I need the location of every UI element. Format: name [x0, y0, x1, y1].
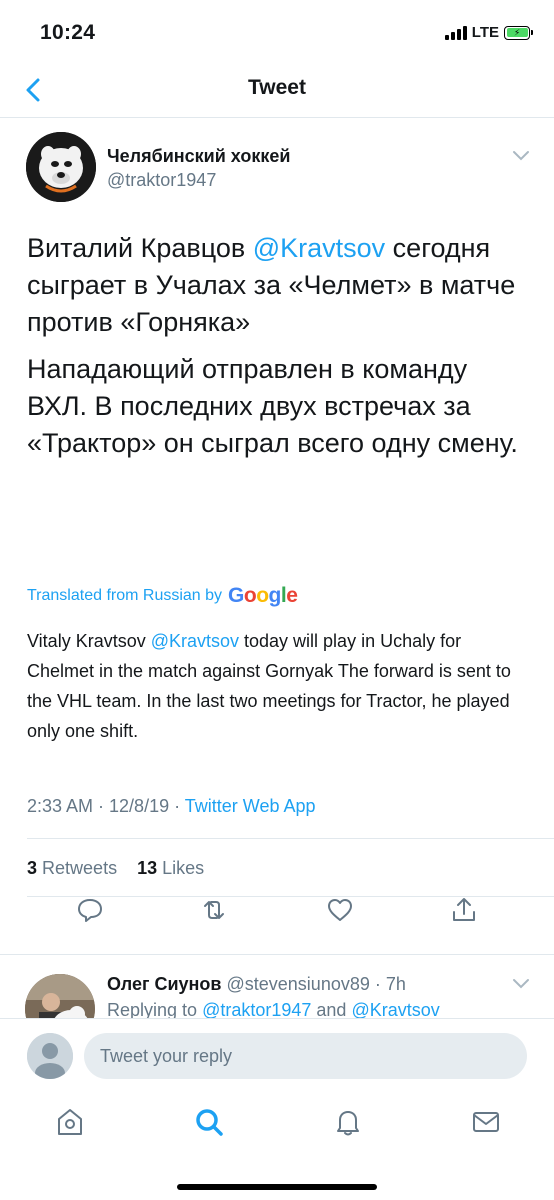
- retweets-label: Retweets: [42, 858, 118, 878]
- share-icon[interactable]: [450, 896, 478, 924]
- translation-text: Vitaly Kravtsov @Kravtsov today will pla…: [27, 626, 532, 746]
- mention-link[interactable]: @traktor1947: [202, 1000, 311, 1020]
- tweet-stats: 3 Retweets 13 Likes: [27, 858, 204, 879]
- mention-link[interactable]: @Kravtsov: [151, 631, 239, 651]
- signal-icon: [444, 25, 467, 40]
- timestamp-text: 2:33 AM · 12/8/19 ·: [27, 796, 185, 816]
- reply-author: Олег Сиунов @stevensiunov89 · 7h: [107, 974, 406, 995]
- author-handle[interactable]: @traktor1947: [107, 170, 216, 191]
- divider: [0, 954, 554, 955]
- likes-count: 13: [137, 858, 158, 878]
- chevron-down-icon[interactable]: [512, 978, 530, 990]
- page-title: Tweet: [248, 76, 306, 99]
- chevron-down-icon[interactable]: [512, 150, 530, 162]
- network-label: LTE: [471, 24, 499, 41]
- translated-by[interactable]: Translated from Russian by Google: [27, 584, 298, 608]
- retweets-stat[interactable]: 3 Retweets: [27, 858, 117, 878]
- retweet-icon[interactable]: [200, 896, 228, 924]
- tweet-timestamp: 2:33 AM · 12/8/19 · Twitter Web App: [27, 796, 316, 817]
- likes-label: Likes: [162, 858, 205, 878]
- reply-composer: Tweet your reply: [0, 1018, 554, 1092]
- battery-icon: ⚡: [504, 25, 533, 40]
- tweet-text: Виталий Кравцов @Kravtsov сегодня сыграе…: [27, 230, 527, 472]
- like-icon[interactable]: [326, 896, 354, 924]
- tractor-logo-icon: [26, 132, 96, 202]
- status-bar: 10:24 LTE ⚡: [0, 0, 554, 62]
- google-logo: Google: [228, 584, 298, 607]
- translated-label: Translated from Russian by: [27, 587, 223, 604]
- user-avatar[interactable]: [27, 1033, 73, 1079]
- home-icon[interactable]: [54, 1106, 86, 1138]
- tweet-actions: [0, 896, 554, 932]
- replying-prefix: Replying to: [107, 1000, 203, 1020]
- likes-stat[interactable]: 13 Likes: [137, 858, 204, 878]
- mention-link[interactable]: @Kravtsov: [253, 233, 385, 263]
- reply-input[interactable]: Tweet your reply: [84, 1033, 527, 1079]
- mention-link[interactable]: @Kravtsov: [351, 1000, 439, 1020]
- reply-icon[interactable]: [76, 896, 104, 924]
- reply-handle-time: @stevensiunov89 · 7h: [226, 974, 406, 994]
- default-avatar-icon: [27, 1033, 73, 1079]
- replying-and: and: [311, 1000, 352, 1020]
- tweet-text-part: Виталий Кравцов: [27, 233, 253, 263]
- messages-icon[interactable]: [470, 1106, 502, 1138]
- source-app-link[interactable]: Twitter Web App: [185, 796, 316, 816]
- tab-bar: [0, 1092, 554, 1158]
- home-indicator: [177, 1184, 377, 1190]
- author-avatar[interactable]: [26, 132, 96, 202]
- translation-part: Vitaly Kravtsov: [27, 631, 151, 651]
- tweet-paragraph: Нападающий отправлен в команду ВХЛ. В по…: [27, 354, 518, 458]
- author-name[interactable]: Челябинский хоккей: [107, 146, 290, 167]
- reply-author-name[interactable]: Олег Сиунов: [107, 974, 221, 994]
- retweets-count: 3: [27, 858, 38, 878]
- divider: [27, 838, 554, 839]
- tweet-paragraph: Виталий Кравцов @Kravtsov сегодня сыграе…: [27, 230, 527, 341]
- status-icons: LTE ⚡: [444, 24, 533, 41]
- search-icon[interactable]: [193, 1106, 225, 1138]
- status-time: 10:24: [40, 21, 96, 44]
- notifications-icon[interactable]: [332, 1106, 364, 1138]
- nav-bar: Tweet: [0, 62, 554, 118]
